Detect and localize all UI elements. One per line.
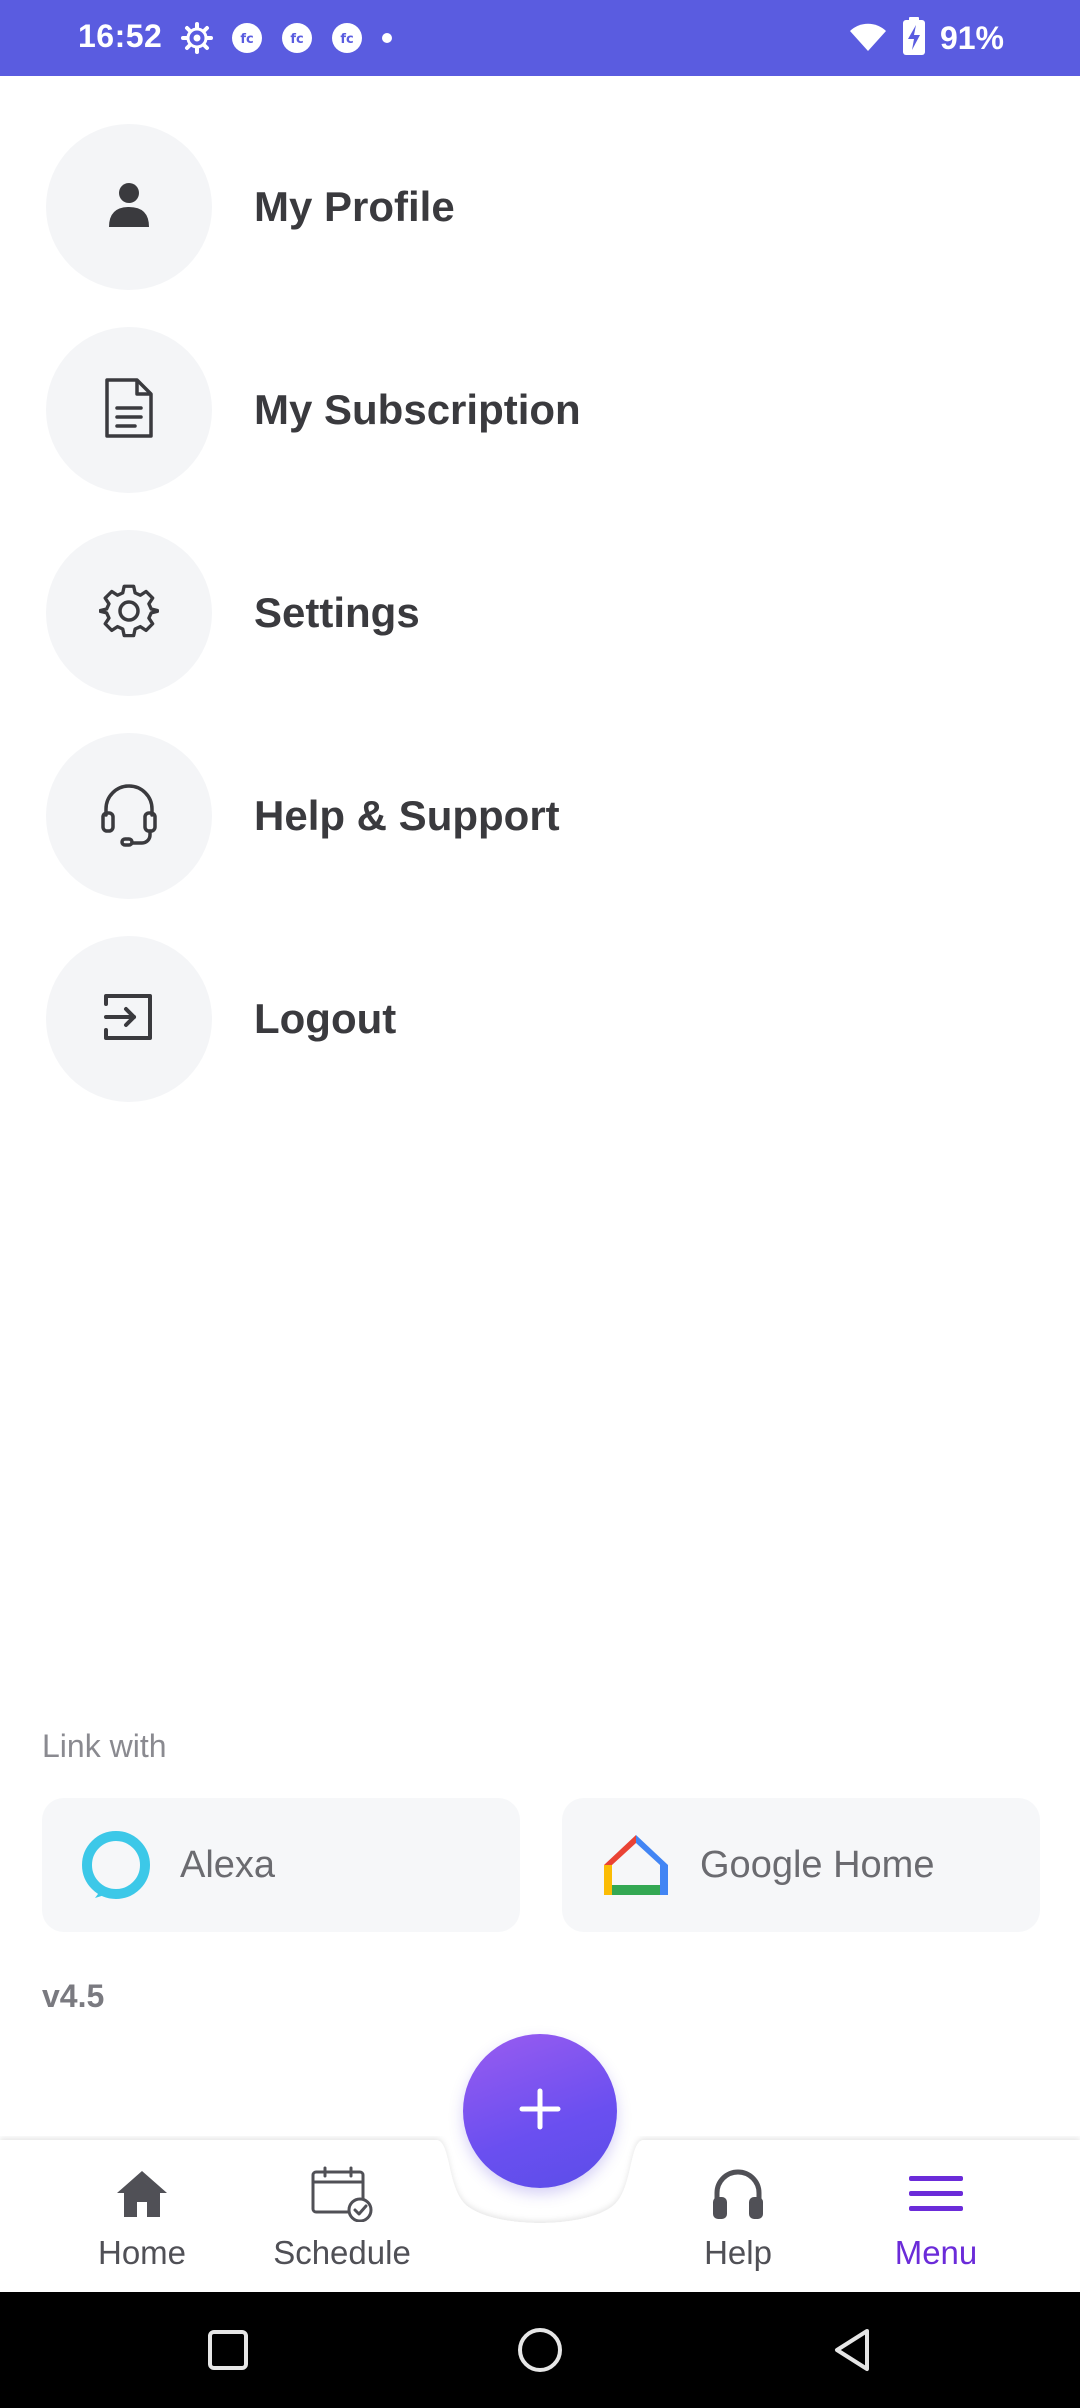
status-bar: 16:52 fc fc fc 91% — [0, 0, 1080, 76]
document-icon — [101, 376, 157, 445]
svg-text:fc: fc — [340, 32, 353, 47]
nav-help-label: Help — [704, 2234, 772, 2271]
wifi-icon — [848, 19, 888, 58]
battery-charging-icon — [902, 16, 926, 61]
fc-app-icon: fc — [280, 21, 314, 55]
app-version: v4.5 — [42, 1978, 105, 2014]
svg-text:fc: fc — [240, 32, 253, 47]
nav-help[interactable]: Help — [658, 2164, 818, 2284]
system-navigation-bar — [0, 2292, 1080, 2408]
headset-icon — [100, 781, 158, 852]
status-right: 91% — [848, 16, 1004, 61]
menu-icon-circle — [46, 530, 212, 696]
menu-item-my-subscription[interactable]: My Subscription — [46, 327, 1036, 493]
alexa-label: Alexa — [180, 1843, 276, 1886]
menu-item-my-profile[interactable]: My Profile — [46, 124, 1036, 290]
add-fab-button[interactable] — [463, 2034, 617, 2188]
menu-icon-circle — [46, 327, 212, 493]
home-icon — [110, 2164, 174, 2224]
back-triangle-icon[interactable] — [822, 2320, 882, 2380]
menu-item-settings[interactable]: Settings — [46, 530, 1036, 696]
menu-icon-circle — [46, 733, 212, 899]
home-circle-icon[interactable] — [510, 2320, 570, 2380]
person-icon — [107, 181, 151, 234]
status-time: 16:52 — [78, 18, 163, 54]
hamburger-menu-icon — [904, 2164, 968, 2224]
nav-menu-label: Menu — [894, 2234, 978, 2271]
link-with-title: Link with — [42, 1728, 167, 1764]
nav-home-label: Home — [97, 2234, 187, 2271]
menu-label: My Profile — [254, 183, 455, 230]
google-home-icon — [600, 1829, 672, 1901]
nav-schedule-label: Schedule — [273, 2234, 411, 2271]
headphones-icon — [706, 2164, 770, 2224]
google-home-link-button[interactable]: Google Home — [562, 1798, 1040, 1932]
logout-icon — [102, 990, 156, 1049]
alexa-link-button[interactable]: Alexa — [42, 1798, 520, 1932]
status-notification-icons: fc fc fc — [180, 20, 394, 56]
menu-icon-circle — [46, 124, 212, 290]
svg-text:fc: fc — [290, 32, 303, 47]
menu-label: Settings — [254, 589, 420, 636]
menu-label: Logout — [254, 995, 397, 1042]
google-home-label: Google Home — [700, 1843, 935, 1886]
fc-app-icon: fc — [230, 21, 264, 55]
alexa-icon — [80, 1829, 152, 1901]
recents-square-icon[interactable] — [198, 2320, 258, 2380]
menu-icon-circle — [46, 936, 212, 1102]
menu-item-help-support[interactable]: Help & Support — [46, 733, 1036, 899]
menu-item-logout[interactable]: Logout — [46, 936, 1036, 1102]
nav-schedule[interactable]: Schedule — [262, 2164, 422, 2284]
plus-icon — [516, 2085, 564, 2138]
fc-app-icon: fc — [330, 21, 364, 55]
dot-icon — [380, 21, 394, 55]
menu-label: Help & Support — [254, 792, 560, 839]
nav-menu[interactable]: Menu — [856, 2164, 1016, 2284]
menu-label: My Subscription — [254, 386, 581, 433]
gear-icon — [98, 581, 160, 646]
nav-home[interactable]: Home — [62, 2164, 222, 2284]
battery-percentage: 91% — [939, 19, 1004, 56]
calendar-check-icon — [310, 2164, 374, 2224]
settings-gear-icon — [180, 21, 214, 55]
